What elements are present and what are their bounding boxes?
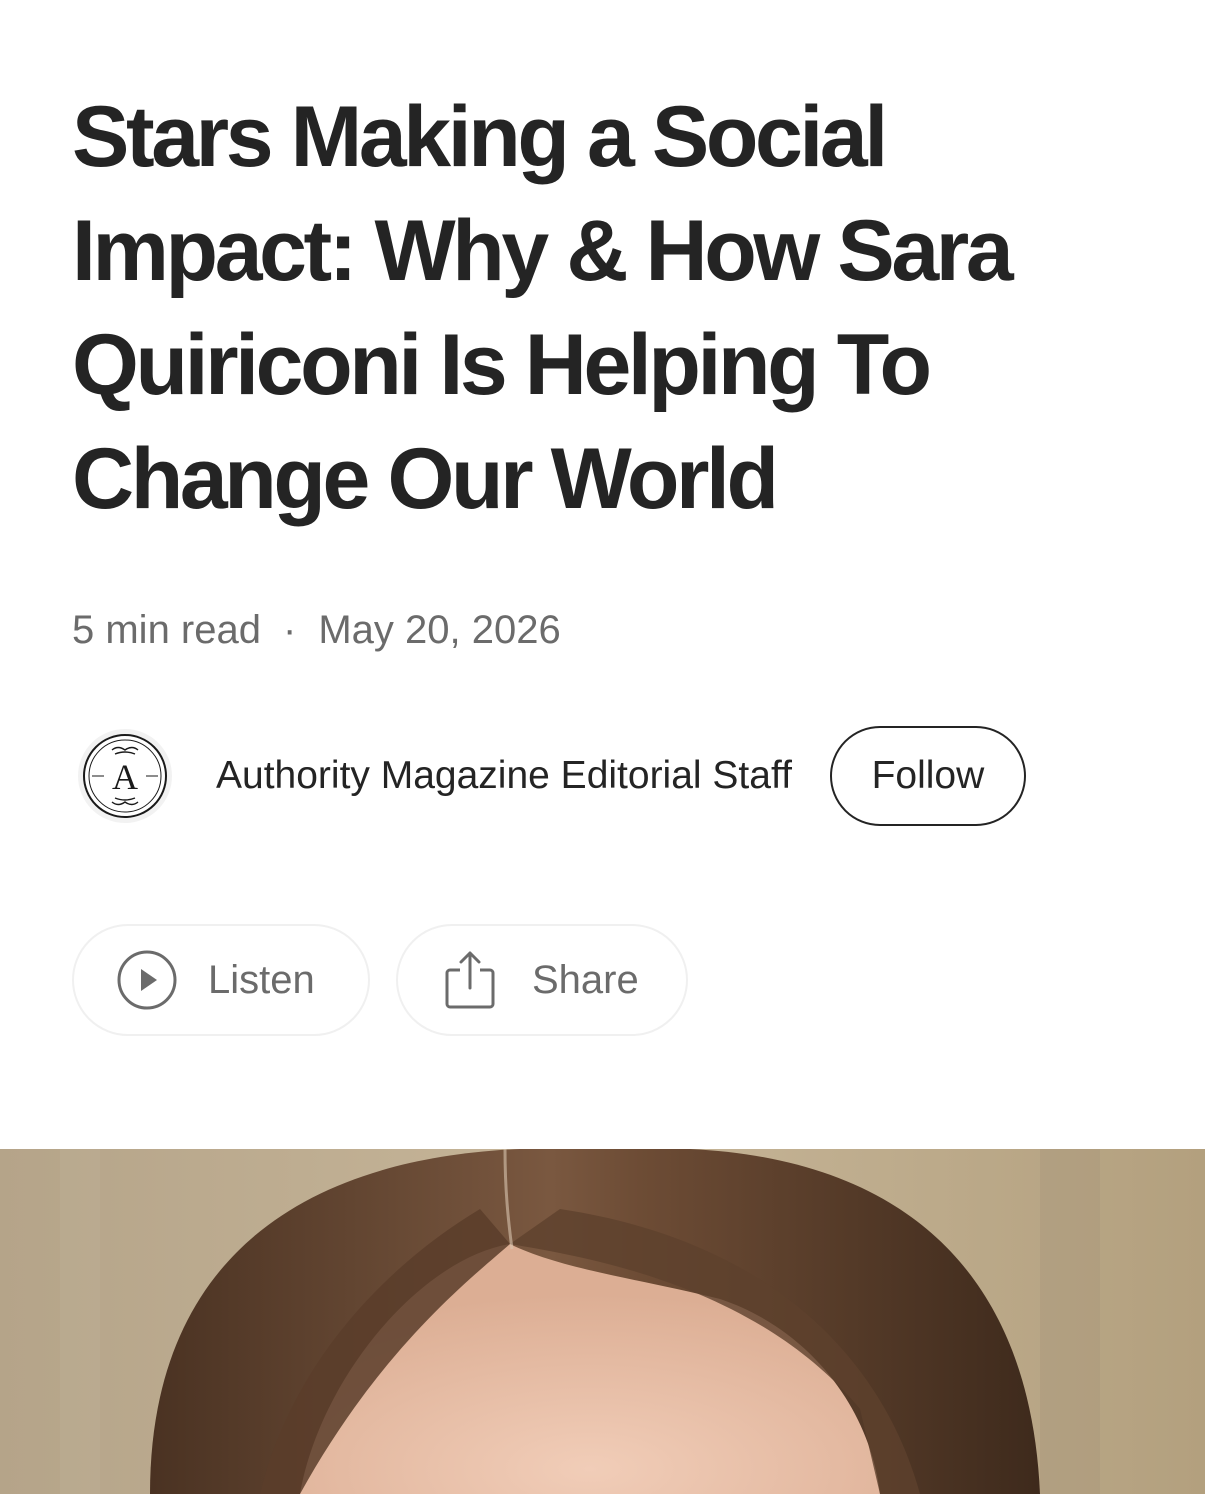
share-icon — [445, 951, 495, 1009]
author-row: A Authority Magazine Editorial Staff Fol… — [72, 716, 1132, 836]
meta-separator: · — [282, 607, 297, 652]
play-circle-icon — [117, 950, 177, 1010]
share-button[interactable]: Share — [396, 924, 688, 1036]
listen-button[interactable]: Listen — [72, 924, 370, 1036]
action-bar: Listen Share — [72, 924, 688, 1036]
author-avatar[interactable]: A — [78, 729, 172, 823]
follow-button[interactable]: Follow — [829, 726, 1026, 826]
article-meta: 5 min read · May 20, 2026 — [72, 604, 561, 656]
article-title: Stars Making a Social Impact: Why & How … — [72, 89, 1014, 527]
share-label: Share — [532, 957, 639, 1002]
read-time: 5 min read — [72, 607, 261, 652]
authority-logo-icon: A — [83, 734, 167, 818]
avatar-letter: A — [112, 757, 138, 797]
listen-label: Listen — [208, 957, 315, 1002]
publish-date: May 20, 2026 — [318, 607, 561, 652]
hero-image — [0, 1149, 1205, 1494]
author-name[interactable]: Authority Magazine Editorial Staff — [216, 754, 792, 798]
portrait-photo — [0, 1149, 1205, 1494]
